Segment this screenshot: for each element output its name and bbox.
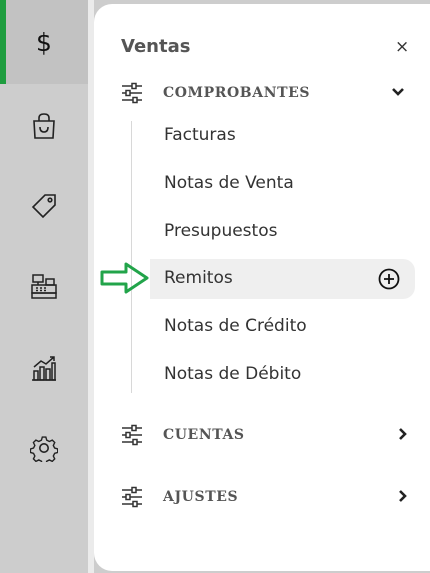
rail-item-ventas[interactable]: $: [0, 0, 88, 84]
section-cuentas[interactable]: CUENTAS: [121, 424, 421, 450]
menu-item-notas-de-credito[interactable]: Notas de Crédito: [164, 316, 307, 336]
cash-register-icon: [31, 274, 57, 299]
sliders-icon: [122, 424, 142, 446]
bar-chart-icon: [32, 356, 56, 381]
chevron-down-icon: [392, 88, 404, 96]
section-comprobantes[interactable]: COMPROBANTES: [121, 82, 421, 108]
nav-rail: $: [0, 0, 88, 573]
shopping-bag-icon: [33, 113, 55, 139]
panel-title: Ventas: [121, 36, 191, 57]
close-icon[interactable]: ×: [395, 37, 409, 57]
add-circle-icon[interactable]: [378, 268, 400, 290]
rail-item-reports[interactable]: [0, 326, 88, 410]
menu-item-notas-de-venta[interactable]: Notas de Venta: [164, 173, 294, 193]
chevron-right-icon: [399, 490, 407, 502]
sliders-icon: [122, 82, 142, 104]
rail-item-tags[interactable]: [0, 164, 88, 248]
section-label: CUENTAS: [163, 427, 245, 443]
tag-icon: [31, 194, 56, 219]
section-ajustes[interactable]: AJUSTES: [121, 486, 421, 512]
tree-line: [131, 121, 132, 393]
rail-item-settings[interactable]: [0, 406, 88, 490]
sliders-icon: [122, 486, 142, 508]
menu-item-facturas[interactable]: Facturas: [164, 125, 236, 145]
menu-item-notas-de-debito[interactable]: Notas de Débito: [164, 364, 301, 384]
section-label: AJUSTES: [163, 489, 239, 505]
rail-item-pos[interactable]: [0, 244, 88, 328]
rail-item-shop[interactable]: [0, 84, 88, 168]
gear-icon: [30, 436, 58, 462]
menu-item-presupuestos[interactable]: Presupuestos: [164, 221, 277, 241]
dollar-icon: $: [36, 27, 52, 57]
section-label: COMPROBANTES: [163, 85, 311, 101]
chevron-right-icon: [399, 428, 407, 440]
arrow-right-icon: [100, 262, 149, 294]
menu-item-remitos[interactable]: Remitos: [164, 268, 233, 288]
